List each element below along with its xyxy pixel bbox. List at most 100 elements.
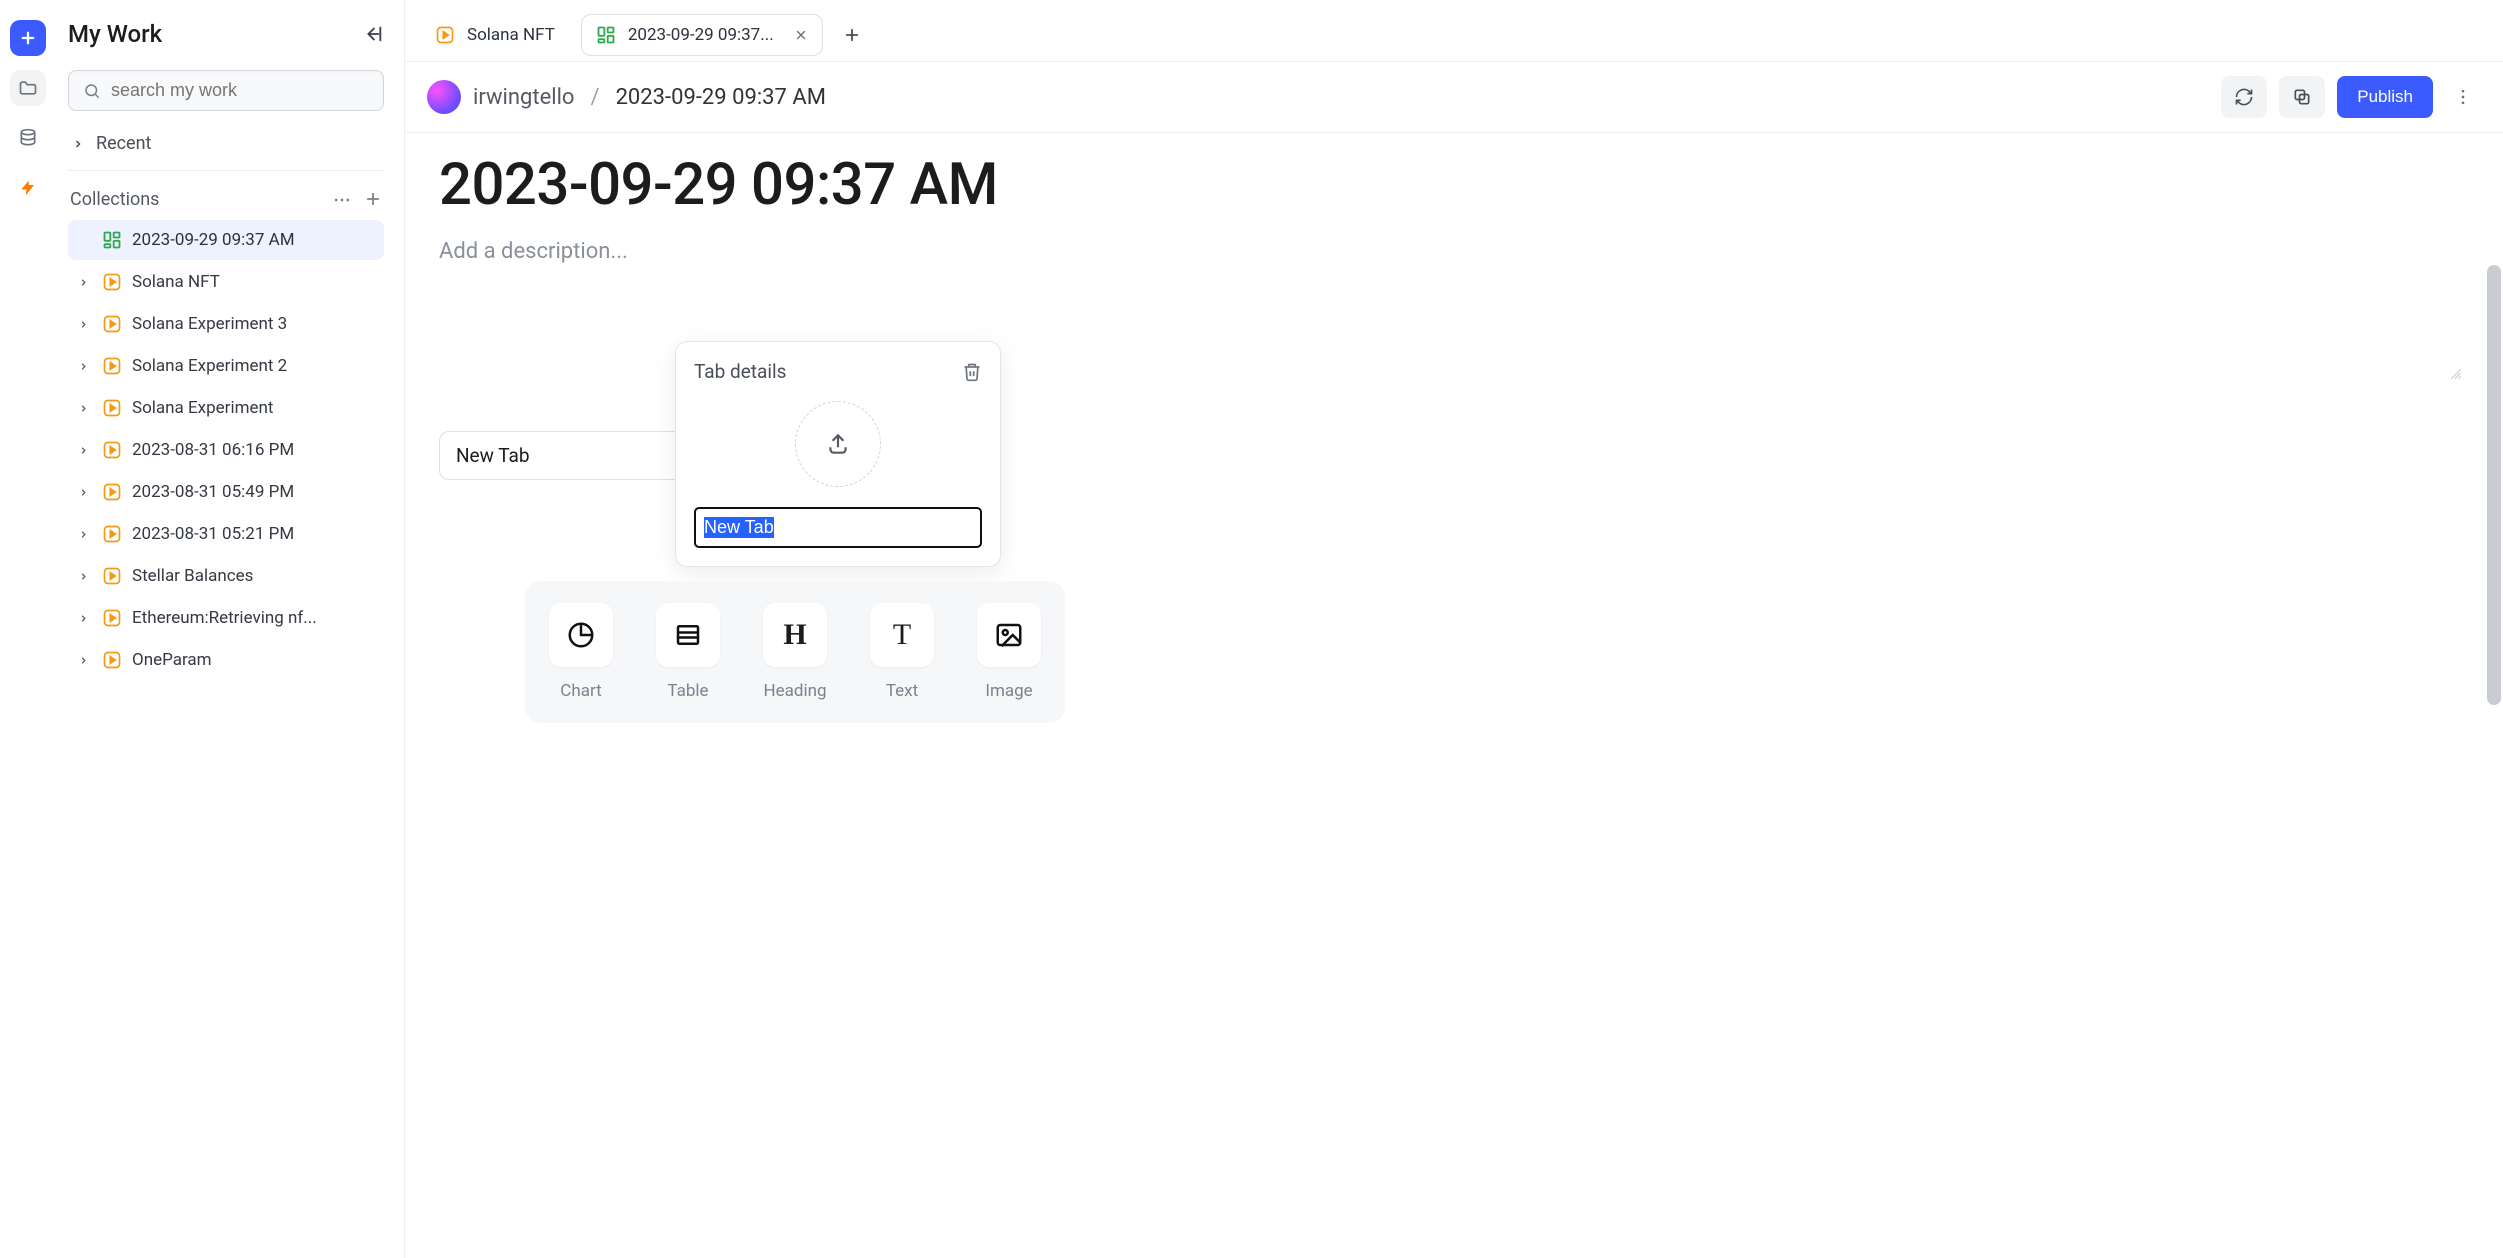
tree-item-label: Ethereum:Retrieving nf... (132, 608, 317, 628)
block-option-table[interactable]: Table (656, 603, 720, 701)
tree-item[interactable]: Solana Experiment 2 (68, 346, 384, 386)
query-icon (102, 566, 122, 586)
tree-item[interactable]: Ethereum:Retrieving nf... (68, 598, 384, 638)
chart-icon (549, 603, 613, 667)
tree-item-label: Solana NFT (132, 272, 220, 292)
sidebar-title: My Work (68, 20, 162, 48)
block-option-label: Chart (560, 681, 601, 701)
tree-item[interactable]: 2023-09-29 09:37 AM (68, 220, 384, 260)
dashboard-icon (596, 25, 616, 45)
image-icon (977, 603, 1041, 667)
query-icon (102, 608, 122, 628)
tree-item-label: 2023-08-31 05:49 PM (132, 482, 294, 502)
tree-item[interactable]: 2023-08-31 05:21 PM (68, 514, 384, 554)
upload-image-button[interactable] (795, 401, 881, 487)
tree-item[interactable]: Solana Experiment (68, 388, 384, 428)
tab[interactable]: 2023-09-29 09:37... (581, 14, 823, 56)
block-option-label: Heading (763, 681, 826, 701)
search-input-wrapper[interactable] (68, 70, 384, 111)
chevron-right-icon (72, 138, 84, 150)
tree-item[interactable]: Solana NFT (68, 262, 384, 302)
tab-name-input[interactable] (694, 507, 982, 548)
breadcrumb-title: 2023-09-29 09:37 AM (616, 85, 826, 110)
dashboard-icon (102, 230, 122, 250)
chevron-right-icon (78, 445, 92, 456)
query-icon (102, 314, 122, 334)
tree-item-label: 2023-08-31 06:16 PM (132, 440, 294, 460)
tab-details-popover: Tab details (675, 341, 1001, 567)
tree-item-label: OneParam (132, 650, 212, 670)
chevron-right-icon (78, 655, 92, 666)
block-option-label: Text (886, 681, 918, 701)
tab[interactable]: Solana NFT (421, 14, 569, 56)
block-option-chart[interactable]: Chart (549, 603, 613, 701)
tree-item-label: Solana Experiment 3 (132, 314, 287, 334)
query-icon (102, 398, 122, 418)
tree-item-label: 2023-08-31 05:21 PM (132, 524, 294, 544)
lightning-button[interactable] (10, 170, 46, 206)
resize-grip-icon[interactable] (2449, 367, 2463, 381)
tab-bar: Solana NFT 2023-09-29 09:37... (405, 0, 2503, 62)
tree-item-label: Stellar Balances (132, 566, 253, 586)
tree-item[interactable]: 2023-08-31 05:49 PM (68, 472, 384, 512)
sidebar: My Work Recent Collections 2023-09-29 09… (55, 0, 405, 1258)
block-option-heading[interactable]: H Heading (763, 603, 827, 701)
more-icon[interactable] (332, 190, 352, 210)
description-placeholder[interactable]: Add a description... (439, 239, 2469, 264)
search-icon (83, 82, 101, 100)
publish-button[interactable]: Publish (2337, 76, 2433, 118)
copy-button[interactable] (2279, 76, 2325, 118)
collections-label: Collections (70, 189, 159, 210)
popover-title: Tab details (694, 360, 786, 383)
refresh-button[interactable] (2221, 76, 2267, 118)
block-option-image[interactable]: Image (977, 603, 1041, 701)
database-button[interactable] (10, 120, 46, 156)
query-icon (102, 272, 122, 292)
collapse-sidebar-button[interactable] (362, 23, 384, 45)
chevron-right-icon (78, 361, 92, 372)
search-input[interactable] (111, 80, 369, 101)
trash-icon[interactable] (962, 362, 982, 382)
chevron-right-icon (78, 529, 92, 540)
close-icon[interactable] (794, 28, 808, 42)
query-icon (102, 524, 122, 544)
main-panel: Solana NFT 2023-09-29 09:37... irwingtell… (405, 0, 2503, 1258)
canvas: 2023-09-29 09:37 AM Add a description...… (405, 133, 2503, 1258)
vertical-scrollbar[interactable] (2485, 265, 2503, 1238)
block-picker: Chart Table H Heading T Text Image (525, 581, 1065, 723)
query-icon (102, 482, 122, 502)
new-tab-pill-label: New Tab (456, 444, 530, 467)
query-icon (102, 440, 122, 460)
left-rail (0, 0, 55, 1258)
tab-label: Solana NFT (467, 25, 555, 45)
folder-button[interactable] (10, 70, 46, 106)
tree-item[interactable]: Solana Experiment 3 (68, 304, 384, 344)
kebab-menu-button[interactable] (2445, 83, 2481, 111)
text-icon: T (870, 603, 934, 667)
block-option-text[interactable]: T Text (870, 603, 934, 701)
chevron-right-icon (78, 487, 92, 498)
breadcrumb-user[interactable]: irwingtello (473, 85, 574, 110)
chevron-right-icon (78, 571, 92, 582)
avatar[interactable] (427, 80, 461, 114)
add-collection-button[interactable] (364, 190, 382, 210)
new-tab-button[interactable] (835, 18, 869, 52)
breadcrumb-bar: irwingtello / 2023-09-29 09:37 AM Publis… (405, 62, 2503, 133)
heading-icon: H (763, 603, 827, 667)
recent-section-toggle[interactable]: Recent (68, 111, 384, 164)
query-icon (102, 356, 122, 376)
page-title[interactable]: 2023-09-29 09:37 AM (439, 151, 2469, 219)
query-icon (435, 25, 455, 45)
collections-tree: 2023-09-29 09:37 AM Solana NFT Solana Expe… (68, 220, 384, 680)
tab-label: 2023-09-29 09:37... (628, 25, 774, 45)
chevron-right-icon (78, 277, 92, 288)
new-button[interactable] (10, 20, 46, 56)
block-option-label: Table (667, 681, 708, 701)
tree-item[interactable]: Stellar Balances (68, 556, 384, 596)
chevron-right-icon (78, 319, 92, 330)
tree-item[interactable]: 2023-08-31 06:16 PM (68, 430, 384, 470)
scrollbar-thumb[interactable] (2487, 265, 2501, 705)
tree-item-label: Solana Experiment 2 (132, 356, 287, 376)
tree-item[interactable]: OneParam (68, 640, 384, 680)
tree-item-label: 2023-09-29 09:37 AM (132, 230, 295, 250)
